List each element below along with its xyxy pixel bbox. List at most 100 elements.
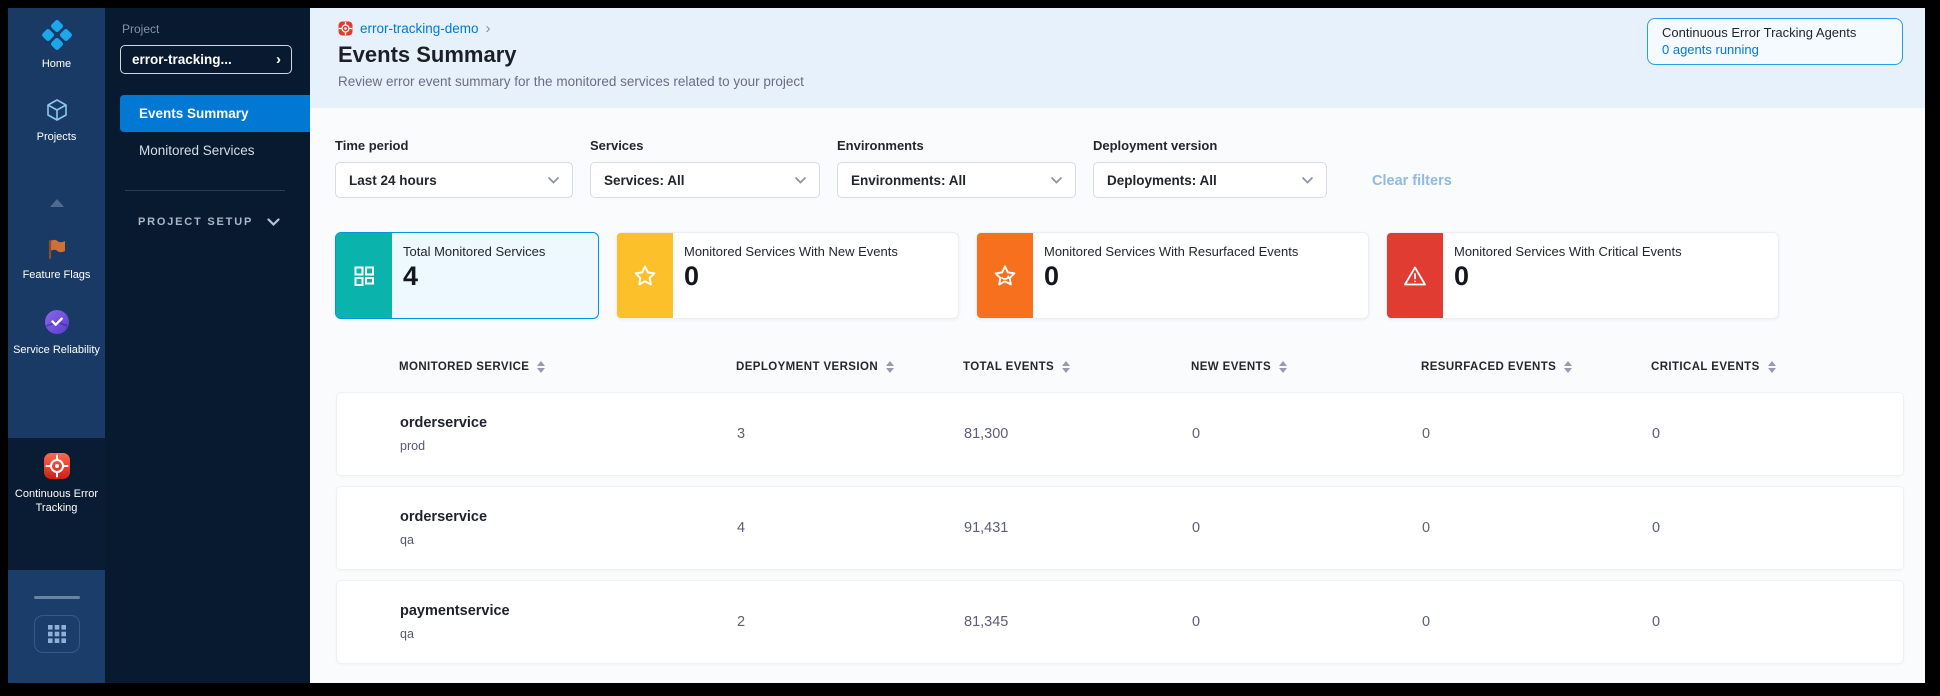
sidebar-item-label: Monitored Services	[139, 143, 255, 158]
sidebar-item-service-reliability[interactable]: Service Reliability	[11, 308, 103, 357]
card-total-monitored-services[interactable]: Total Monitored Services 4	[335, 232, 599, 319]
card-critical-events[interactable]: Monitored Services With Critical Events …	[1386, 232, 1779, 319]
sidebar-item-monitored-services[interactable]: Monitored Services	[120, 132, 310, 169]
agents-running-link[interactable]: 0 agents running	[1662, 42, 1902, 57]
table-row[interactable]: paymentservice qa 2 81,345 0 0 0	[336, 580, 1904, 664]
harness-logo-icon	[42, 20, 72, 50]
column-header-deployment-version[interactable]: DEPLOYMENT VERSION	[736, 361, 963, 373]
agents-status-box[interactable]: Continuous Error Tracking Agents 0 agent…	[1647, 18, 1903, 65]
dashboard-grid-icon	[352, 264, 376, 288]
chevron-right-icon: ›	[276, 52, 281, 67]
column-label: DEPLOYMENT VERSION	[736, 361, 878, 373]
card-resurfaced-events[interactable]: Monitored Services With Resurfaced Event…	[976, 232, 1369, 319]
card-chip	[617, 233, 673, 318]
filter-deployment-version: Deployment version Deployments: All	[1093, 138, 1327, 198]
sidebar-divider	[125, 190, 285, 191]
card-new-events[interactable]: Monitored Services With New Events 0	[616, 232, 959, 319]
chevron-down-icon	[1050, 176, 1063, 185]
project-setup-toggle[interactable]: PROJECT SETUP	[138, 216, 280, 228]
total-events-cell: 81,300	[964, 426, 1192, 442]
sidebar-item-feature-flags[interactable]: Feature Flags	[11, 237, 103, 282]
sidebar-item-events-summary[interactable]: Events Summary	[120, 95, 310, 132]
sidebar-nav: Events Summary Monitored Services	[105, 95, 310, 169]
total-events-cell: 81,345	[964, 614, 1192, 630]
sidebar-item-label: Events Summary	[139, 106, 249, 121]
filter-environments: Environments Environments: All	[837, 138, 1076, 198]
time-period-select[interactable]: Last 24 hours	[335, 162, 573, 198]
project-selector-value: error-tracking...	[132, 52, 232, 67]
projects-cube-icon	[44, 97, 70, 123]
all-modules-button[interactable]	[34, 615, 80, 653]
service-environment: qa	[400, 627, 737, 641]
rail-item-label: Continuous Error Tracking	[11, 487, 103, 516]
table-row[interactable]: orderservice prod 3 81,300 0 0 0	[336, 392, 1904, 476]
column-label: CRITICAL EVENTS	[1651, 361, 1760, 373]
column-header-resurfaced-events[interactable]: RESURFACED EVENTS	[1421, 361, 1651, 373]
project-selector[interactable]: error-tracking... ›	[120, 45, 292, 74]
chevron-down-icon	[547, 176, 560, 185]
breadcrumb-project-link[interactable]: error-tracking-demo	[360, 21, 479, 36]
sidebar-item-home[interactable]: Home	[11, 20, 103, 71]
clear-filters-button[interactable]: Clear filters	[1372, 173, 1452, 189]
rail-item-label: Home	[42, 57, 71, 71]
environments-select[interactable]: Environments: All	[837, 162, 1076, 198]
project-label: Project	[122, 22, 310, 36]
card-label: Monitored Services With Resurfaced Event…	[1044, 244, 1298, 259]
sidebar-item-projects[interactable]: Projects	[11, 97, 103, 144]
chevron-up-icon[interactable]	[50, 199, 64, 207]
select-value: Environments: All	[851, 173, 966, 188]
card-chip	[1387, 233, 1443, 318]
card-value: 0	[684, 261, 898, 292]
chevron-down-icon	[794, 176, 807, 185]
select-value: Services: All	[604, 173, 685, 188]
content-area: Time period Last 24 hours Services Servi…	[310, 108, 1925, 683]
filter-time-period: Time period Last 24 hours	[335, 138, 573, 198]
deployment-version-cell: 2	[737, 614, 964, 630]
column-header-total-events[interactable]: TOTAL EVENTS	[963, 361, 1191, 373]
card-label: Monitored Services With New Events	[684, 244, 898, 259]
sidebar-item-continuous-error-tracking[interactable]: Continuous Error Tracking	[11, 452, 103, 516]
filter-label: Services	[590, 138, 820, 153]
column-label: NEW EVENTS	[1191, 361, 1271, 373]
rail-top-section: Home Projects Feature Flags	[8, 8, 105, 438]
rail-item-label: Feature Flags	[23, 268, 91, 282]
project-setup-label: PROJECT SETUP	[138, 216, 253, 228]
chevron-down-icon	[267, 218, 280, 227]
app-window: Home Projects Feature Flags	[8, 8, 1925, 683]
resurfaced-events-cell: 0	[1422, 520, 1652, 536]
filter-label: Environments	[837, 138, 1076, 153]
column-header-critical-events[interactable]: CRITICAL EVENTS	[1651, 361, 1904, 373]
select-value: Deployments: All	[1107, 173, 1217, 188]
resurfaced-events-cell: 0	[1422, 614, 1652, 630]
services-select[interactable]: Services: All	[590, 162, 820, 198]
service-name: paymentservice	[400, 603, 737, 619]
grid-apps-icon	[47, 624, 67, 644]
module-rail: Home Projects Feature Flags	[8, 8, 105, 683]
filter-label: Deployment version	[1093, 138, 1327, 153]
error-tracking-icon	[338, 21, 353, 36]
page-header: error-tracking-demo › Events Summary Rev…	[310, 8, 1925, 108]
column-header-new-events[interactable]: NEW EVENTS	[1191, 361, 1421, 373]
project-sidebar: Project error-tracking... › Events Summa…	[105, 8, 310, 683]
main-area: error-tracking-demo › Events Summary Rev…	[310, 8, 1925, 683]
summary-cards: Total Monitored Services 4 Monitored Ser…	[335, 232, 1905, 319]
sort-arrows-icon	[1062, 361, 1070, 373]
star-resurfaced-icon	[992, 263, 1018, 289]
deployments-select[interactable]: Deployments: All	[1093, 162, 1327, 198]
table-row[interactable]: orderservice qa 4 91,431 0 0 0	[336, 486, 1904, 570]
column-label: MONITORED SERVICE	[399, 361, 529, 373]
column-header-monitored-service[interactable]: MONITORED SERVICE	[399, 361, 736, 373]
resurfaced-events-cell: 0	[1422, 426, 1652, 442]
card-value: 4	[403, 261, 545, 292]
sort-arrows-icon	[886, 361, 894, 373]
card-label: Monitored Services With Critical Events	[1454, 244, 1682, 259]
page-subtitle: Review error event summary for the monit…	[338, 74, 1903, 89]
new-events-cell: 0	[1192, 426, 1422, 442]
chevron-right-icon: ›	[486, 20, 491, 37]
column-label: RESURFACED EVENTS	[1421, 361, 1556, 373]
chevron-down-icon	[1301, 176, 1314, 185]
sidebar-resize-handle[interactable]	[34, 596, 80, 599]
critical-events-cell: 0	[1652, 520, 1903, 536]
total-events-cell: 91,431	[964, 520, 1192, 536]
events-table: MONITORED SERVICE DEPLOYMENT VERSION TOT…	[336, 352, 1904, 664]
